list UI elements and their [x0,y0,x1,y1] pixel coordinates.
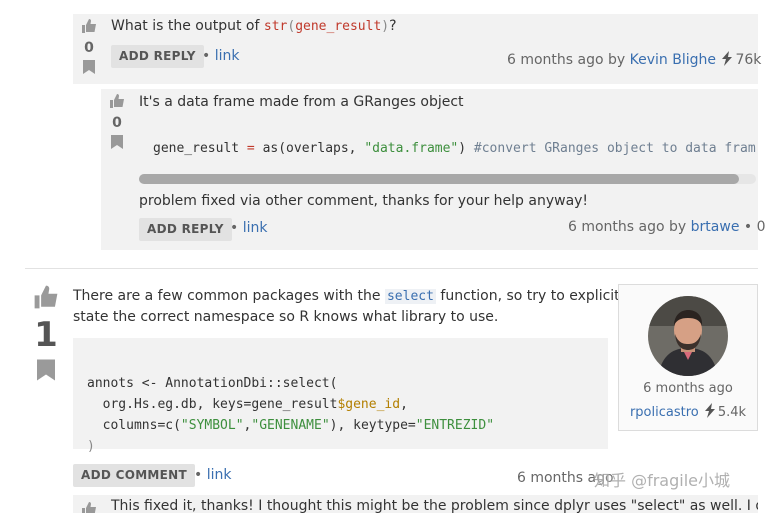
vote-count: 1 [34,315,58,355]
add-comment-button[interactable]: ADD COMMENT [73,464,196,487]
comment-2-text: It's a data frame made from a GRanges ob… [139,94,464,110]
comment-2-link-group: • link [230,220,268,236]
thumbs-up-icon[interactable] [81,501,97,513]
thumbs-up-icon[interactable] [81,18,97,34]
comment-1-meta: 6 months ago by Kevin Blighe 76k [507,51,762,68]
bookmark-icon[interactable] [83,60,95,74]
code-line: org.Hs.eg.db, keys=gene_result$gene_id, [87,397,408,412]
user-card: 6 months ago rpolicastro 5.4k [618,284,758,431]
watermark: 知乎 @fragile小城 [594,471,730,490]
answer-code-block: annots <- AnnotationDbi::select( org.Hs.… [73,338,608,454]
lightning-icon [722,51,733,66]
link[interactable]: link [207,467,232,483]
code-line: columns=c("SYMBOL","GENENAME"), keytype=… [87,418,495,433]
comment-1-text: What is the output of str(gene_result)? [111,18,397,34]
user-card-name-row: rpolicastro 5.4k [629,403,747,420]
add-reply-button[interactable]: ADD REPLY [139,218,232,241]
comment-2-code-block: gene_result = as(overlaps, "data.frame")… [139,124,756,186]
user-link[interactable]: Kevin Blighe [630,52,716,68]
vote-count: 0 [84,40,94,56]
horizontal-scrollbar[interactable] [139,174,756,184]
vote-count: 0 [112,115,122,131]
code-line: annots <- AnnotationDbi::select( [87,376,338,391]
comment-2-vote: 0 [106,93,128,153]
link[interactable]: link [215,48,240,64]
user-link[interactable]: brtawe [691,219,740,235]
code-line: ) [87,439,95,454]
comment-2-meta: 6 months ago by brtawe • 0 [568,219,766,235]
user-link[interactable]: rpolicastro [630,405,699,420]
thumbs-up-icon[interactable] [33,284,59,310]
add-reply-button[interactable]: ADD REPLY [111,45,204,68]
inline-code: select [384,289,436,304]
bookmark-icon[interactable] [37,358,55,382]
answer-link-group: • link [194,467,232,483]
comment-3-text: This fixed it, thanks! I thought this mi… [111,498,758,513]
answer-text: There are a few common packages with the… [73,288,632,325]
avatar[interactable] [648,296,728,376]
comment-1-vote: 0 [78,18,100,78]
comment-2-followup: problem fixed via other comment, thanks … [139,193,589,209]
answer-vote: 1 [30,284,62,386]
comment-1-link-group: • link [202,48,240,64]
bookmark-icon[interactable] [111,135,123,149]
lightning-icon [704,403,715,418]
comment-3: This fixed it, thanks! I thought this mi… [73,495,758,513]
link[interactable]: link [243,220,268,236]
scrollbar-thumb[interactable] [139,174,739,184]
user-card-time: 6 months ago [643,381,733,396]
code-line: gene_result = as(overlaps, "data.frame")… [153,141,756,156]
thumbs-up-icon[interactable] [109,93,125,109]
divider [25,268,758,269]
